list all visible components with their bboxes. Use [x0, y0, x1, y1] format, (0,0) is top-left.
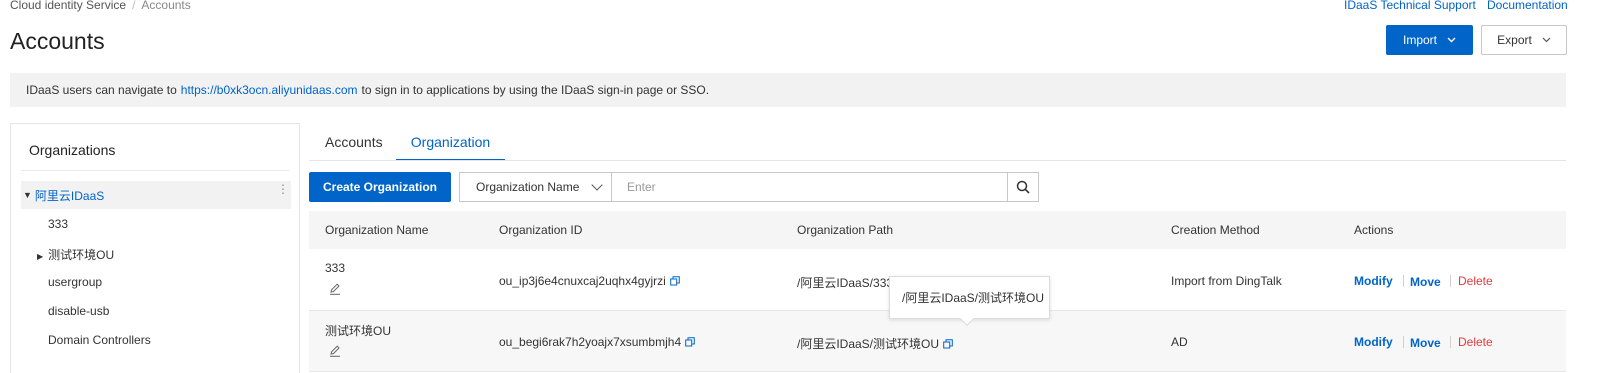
page-title: Accounts	[10, 28, 105, 54]
create-organization-button[interactable]: Create Organization	[309, 172, 451, 202]
search-input[interactable]	[611, 172, 1008, 202]
edit-icon[interactable]	[328, 282, 342, 296]
org-path-cell: /阿里云IDaaS/333	[797, 276, 894, 290]
export-button-label: Export	[1497, 33, 1532, 47]
table-row: 测试环境OU ou_begi6rak7h2yoajx7xsumbmjh4 /阿里…	[309, 311, 1566, 372]
tree-node[interactable]: Domain Controllers	[48, 333, 151, 347]
tree-node[interactable]: 333	[48, 217, 68, 231]
tree-caret-icon[interactable]: ▶	[37, 252, 43, 261]
organizations-panel: Organizations ▼ 阿里云IDaaS ⋮ 333 ▶ 测试环境OU u…	[10, 123, 300, 373]
tree-node[interactable]: ▶ 测试环境OU	[37, 246, 114, 263]
notice-url-link[interactable]: https://b0xk3ocn.aliyunidaas.com	[181, 83, 358, 97]
notice-prefix: IDaaS users can navigate to	[26, 83, 177, 97]
move-button[interactable]: Move	[1410, 336, 1441, 350]
tab-organization[interactable]: Organization	[396, 126, 505, 161]
action-divider	[1403, 275, 1404, 287]
search-button[interactable]	[1007, 172, 1039, 202]
filter-field-select[interactable]: Organization Name	[459, 172, 612, 202]
modify-button[interactable]: Modify	[1354, 335, 1393, 349]
org-name-cell: 333	[325, 261, 346, 275]
breadcrumb-parent[interactable]: Cloud identity Service	[10, 0, 126, 12]
creation-method-cell: Import from DingTalk	[1171, 274, 1282, 288]
move-button[interactable]: Move	[1410, 275, 1441, 289]
modify-button[interactable]: Modify	[1354, 274, 1393, 288]
notice-banner: IDaaS users can navigate to https://b0xk…	[10, 73, 1566, 107]
column-header: Organization Name	[325, 223, 429, 237]
search-icon	[1016, 180, 1030, 194]
breadcrumb-separator: /	[132, 0, 136, 12]
creation-method-cell: AD	[1171, 335, 1188, 349]
breadcrumb-current: Accounts	[141, 0, 191, 12]
tabs-divider	[309, 160, 1566, 161]
chevron-down-icon	[1542, 37, 1551, 43]
tree-node[interactable]: usergroup	[48, 275, 102, 289]
table-header: Organization Name Organization ID Organi…	[309, 211, 1566, 249]
tree-root-label: 阿里云IDaaS	[34, 188, 105, 203]
copy-icon[interactable]	[669, 276, 680, 286]
path-tooltip: /阿里云IDaaS/测试环境OU	[889, 276, 1050, 319]
org-id-value: ou_begi6rak7h2yoajx7xsumbmjh4	[499, 335, 682, 349]
org-id-cell: ou_ip3j6e4cnuxcaj2uqhx4gyjrzi	[499, 274, 680, 288]
org-path-cell: /阿里云IDaaS/测试环境OU	[797, 335, 953, 352]
organizations-panel-title: Organizations	[29, 142, 116, 158]
chevron-down-icon	[1447, 37, 1456, 43]
edit-icon[interactable]	[328, 344, 342, 358]
chevron-down-icon	[591, 179, 603, 191]
documentation-link[interactable]: Documentation	[1487, 0, 1568, 12]
export-button[interactable]: Export	[1481, 25, 1567, 55]
delete-button[interactable]: Delete	[1458, 335, 1493, 349]
tree-node[interactable]: disable-usb	[48, 304, 109, 318]
tree-node-label: 测试环境OU	[48, 248, 115, 262]
action-divider	[1450, 275, 1451, 287]
tab-accounts[interactable]: Accounts	[325, 126, 383, 161]
action-divider	[1403, 336, 1404, 348]
tree-root-node[interactable]: ▼ 阿里云IDaaS ⋮	[21, 181, 291, 209]
delete-button[interactable]: Delete	[1458, 274, 1493, 288]
filter-field-value: Organization Name	[476, 180, 580, 194]
org-id-cell: ou_begi6rak7h2yoajx7xsumbmjh4	[499, 335, 695, 349]
support-link[interactable]: IDaaS Technical Support	[1344, 0, 1476, 12]
import-button[interactable]: Import	[1386, 25, 1473, 55]
notice-suffix: to sign in to applications by using the …	[361, 83, 710, 97]
import-button-label: Import	[1402, 33, 1437, 47]
org-path-value: /阿里云IDaaS/测试环境OU	[797, 337, 940, 351]
kebab-icon[interactable]: ⋮	[277, 183, 289, 195]
column-header: Organization Path	[797, 223, 894, 237]
copy-icon[interactable]	[685, 337, 695, 347]
org-id-value: ou_ip3j6e4cnuxcaj2uqhx4gyjrzi	[499, 274, 666, 288]
column-header: Actions	[1354, 223, 1394, 237]
panel-divider	[21, 170, 289, 171]
copy-icon[interactable]	[943, 339, 953, 349]
column-header: Creation Method	[1171, 223, 1260, 237]
org-name-cell: 测试环境OU	[325, 324, 392, 338]
column-header: Organization ID	[499, 223, 583, 237]
tree-caret-icon[interactable]: ▼	[23, 190, 32, 200]
breadcrumb: Cloud identity Service / Accounts	[10, 0, 191, 12]
action-divider	[1450, 336, 1451, 348]
